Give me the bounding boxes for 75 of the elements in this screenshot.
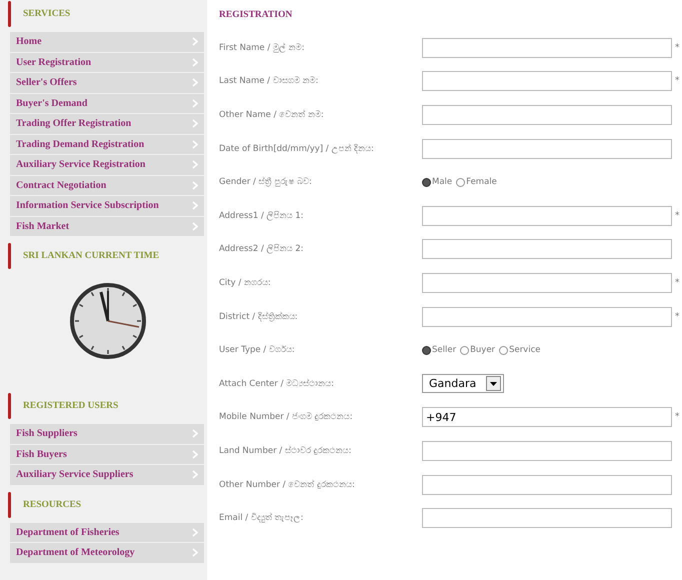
sidebar-item[interactable]: Department of Fisheries <box>10 522 204 542</box>
chevron-icon <box>192 78 198 88</box>
chevron-icon <box>192 222 198 231</box>
sidebar-item[interactable]: Buyer's Demand <box>10 94 204 113</box>
field-label: User Type / වර්ගය: <box>219 345 296 356</box>
section-title: RESOURCES <box>23 500 82 510</box>
chevron-icon <box>192 119 198 128</box>
input-field[interactable] <box>422 206 672 226</box>
chevron-icon <box>192 450 198 459</box>
radio-option[interactable]: Service <box>499 345 540 356</box>
required-mark: * <box>675 76 680 86</box>
sidebar-item[interactable]: Seller's Offers <box>10 73 204 92</box>
sidebar-item[interactable]: Contract Negotiation <box>10 176 204 195</box>
section-title: SRI LANKAN CURRENT TIME <box>23 251 160 261</box>
sidebar-item[interactable]: Fish Suppliers <box>10 424 204 444</box>
sidebar-item[interactable]: Auxiliary Service Suppliers <box>10 465 204 484</box>
sidebar-item[interactable]: Trading Demand Registration <box>10 134 204 154</box>
required-mark: * <box>675 210 680 221</box>
required-mark: * <box>675 278 680 288</box>
chevron-icon <box>192 37 198 46</box>
sidebar-item[interactable]: User Registration <box>10 52 204 72</box>
chevron-icon <box>192 58 198 67</box>
input-field[interactable] <box>422 508 672 528</box>
sidebar-item[interactable]: Department of Meteorology <box>10 543 204 562</box>
required-mark: * <box>675 42 680 53</box>
chevron-icon <box>192 429 198 438</box>
field-label: Attach Center / මධ්‍යස්ථානය: <box>219 378 336 389</box>
section-title: SERVICES <box>23 9 70 19</box>
sidebar-item[interactable]: Trading Offer Registration <box>10 114 204 134</box>
field-label: Email / විද්‍යුත් තැපෑල: <box>219 513 304 524</box>
field-label: Last Name / වාසගම නම: <box>219 76 320 86</box>
field-label: First Name / මුල් නම: <box>219 42 306 53</box>
radio-option[interactable]: Buyer <box>460 345 496 356</box>
input-field[interactable] <box>422 272 672 293</box>
input-field[interactable] <box>422 440 672 461</box>
field-label: Address1 / ලිපිනය 1: <box>219 210 304 221</box>
radio-option[interactable]: Male <box>422 177 452 188</box>
center-dropdown[interactable]: Gandara <box>422 374 504 394</box>
chevron-icon <box>192 140 198 149</box>
input-field[interactable] <box>422 138 672 159</box>
field-label: Gender / ස්ත්‍රී පුරුෂ බව: <box>219 177 313 188</box>
field-label: Mobile Number / ජංගම දුරකථනය: <box>219 412 354 422</box>
field-label: District / දිස්ත්‍රික්කය: <box>219 312 299 322</box>
chevron-icon <box>192 98 198 108</box>
section-title: REGISTERED USERS <box>23 401 118 411</box>
field-label: Address2 / ලිපිනය 2: <box>219 244 304 254</box>
chevron-icon <box>192 160 198 170</box>
sidebar-item[interactable]: Home <box>10 32 204 52</box>
field-label: Date of Birth[dd/mm/yy] / උපන් දිනය: <box>219 144 375 154</box>
chevron-icon <box>192 201 198 210</box>
input-field[interactable] <box>422 306 672 327</box>
sidebar-item[interactable]: Auxiliary Service Registration <box>10 155 204 174</box>
radio-option[interactable]: Female <box>456 177 497 188</box>
field-label: Other Name / වෙනත් නම: <box>219 110 325 120</box>
field-label: City / නගරය: <box>219 278 272 288</box>
chevron-icon <box>192 470 198 480</box>
field-label: Land Number / ස්ථාවර දුරකථනය: <box>219 446 352 456</box>
sidebar-item[interactable]: Fish Buyers <box>10 444 204 464</box>
sidebar-item[interactable]: Fish Market <box>10 216 204 236</box>
field-label: Other Number / වෙනත් දුරකථනය: <box>219 480 356 490</box>
chevron-icon <box>192 548 198 558</box>
input-field[interactable]: +947 <box>422 407 672 428</box>
chevron-icon <box>192 180 198 190</box>
radio-option[interactable]: Seller <box>422 345 456 356</box>
sidebar-item[interactable]: Information Service Subscription <box>10 196 204 216</box>
chevron-icon <box>192 528 198 537</box>
input-field[interactable] <box>422 104 672 125</box>
caret-icon <box>490 382 497 386</box>
input-field[interactable] <box>422 71 672 92</box>
required-mark: * <box>675 312 680 322</box>
input-field[interactable] <box>422 239 672 260</box>
form-title: REGISTRATION <box>219 9 294 22</box>
input-field[interactable] <box>422 38 672 58</box>
required-mark: * <box>675 412 680 422</box>
input-field[interactable] <box>422 474 672 495</box>
